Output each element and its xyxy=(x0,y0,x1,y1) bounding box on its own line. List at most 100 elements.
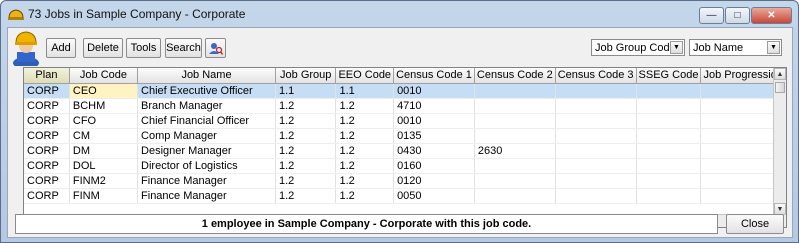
delete-button[interactable]: Delete xyxy=(83,38,123,58)
table-row[interactable]: CORP CM Comp Manager 1.2 1.2 0135 xyxy=(24,128,786,144)
cell-eeo-code[interactable]: 1.2 xyxy=(335,173,395,189)
cell-job-name[interactable]: Designer Manager xyxy=(137,143,276,159)
cell-plan[interactable]: CORP xyxy=(24,98,70,114)
cell-census-code-2[interactable] xyxy=(474,113,556,129)
column-header-job-name[interactable]: Job Name xyxy=(137,68,276,84)
cell-job-name[interactable]: Finance Manager xyxy=(137,188,276,204)
cell-sseg-code[interactable] xyxy=(636,83,702,99)
tools-button[interactable]: Tools xyxy=(126,38,161,58)
cell-census-code-3[interactable] xyxy=(555,83,637,99)
cell-sseg-code[interactable] xyxy=(636,98,702,114)
column-header-job-code[interactable]: Job Code xyxy=(69,68,139,84)
cell-plan[interactable]: CORP xyxy=(24,173,70,189)
table-row[interactable]: CORP DM Designer Manager 1.2 1.2 0430 26… xyxy=(24,143,786,159)
cell-eeo-code[interactable]: 1.2 xyxy=(335,158,395,174)
cell-census-code-2[interactable] xyxy=(474,128,556,144)
table-row[interactable]: CORP BCHM Branch Manager 1.2 1.2 4710 xyxy=(24,98,786,114)
column-header-job-group[interactable]: Job Group xyxy=(275,68,337,84)
cell-sseg-code[interactable] xyxy=(636,158,702,174)
cell-job-group[interactable]: 1.2 xyxy=(275,113,337,129)
cell-eeo-code[interactable]: 1.2 xyxy=(335,98,395,114)
cell-census-code-1[interactable]: 0430 xyxy=(393,143,475,159)
title-bar[interactable]: 73 Jobs in Sample Company - Corporate — … xyxy=(1,1,798,27)
column-header-census-code-2[interactable]: Census Code 2 xyxy=(474,68,556,84)
cell-job-code[interactable]: CM xyxy=(69,128,139,144)
table-row[interactable]: CORP FINM Finance Manager 1.2 1.2 0050 xyxy=(24,188,786,204)
cell-plan[interactable]: CORP xyxy=(24,83,70,99)
job-name-select[interactable]: Job Name ▼ xyxy=(689,39,782,56)
table-row[interactable]: CORP CFO Chief Financial Officer 1.2 1.2… xyxy=(24,113,786,129)
cell-census-code-1[interactable]: 4710 xyxy=(393,98,475,114)
add-button[interactable]: Add xyxy=(46,38,76,58)
cell-census-code-3[interactable] xyxy=(555,143,637,159)
job-group-code-select[interactable]: Job Group Code ▼ xyxy=(591,39,685,56)
cell-job-code[interactable]: DM xyxy=(69,143,139,159)
cell-eeo-code[interactable]: 1.1 xyxy=(335,83,395,99)
cell-job-name[interactable]: Director of Logistics xyxy=(137,158,276,174)
cell-job-name[interactable]: Comp Manager xyxy=(137,128,276,144)
minimize-button[interactable]: — xyxy=(699,7,724,24)
cell-sseg-code[interactable] xyxy=(636,113,702,129)
vertical-scroll-thumb[interactable] xyxy=(775,82,785,93)
column-header-sseg-code[interactable]: SSEG Code xyxy=(636,68,702,84)
cell-plan[interactable]: CORP xyxy=(24,128,70,144)
cell-plan[interactable]: CORP xyxy=(24,188,70,204)
cell-census-code-2[interactable] xyxy=(474,83,556,99)
table-row[interactable]: CORP FINM2 Finance Manager 1.2 1.2 0120 xyxy=(24,173,786,189)
cell-job-code[interactable]: CFO xyxy=(69,113,139,129)
cell-job-name[interactable]: Finance Manager xyxy=(137,173,276,189)
cell-census-code-1[interactable]: 0160 xyxy=(393,158,475,174)
cell-census-code-3[interactable] xyxy=(555,158,637,174)
cell-census-code-3[interactable] xyxy=(555,98,637,114)
table-row[interactable]: CORP CEO Chief Executive Officer 1.1 1.1… xyxy=(24,83,786,99)
chevron-down-icon[interactable]: ▼ xyxy=(670,41,683,54)
cell-job-name[interactable]: Branch Manager xyxy=(137,98,276,114)
column-header-plan[interactable]: Plan xyxy=(24,68,70,84)
cell-plan[interactable]: CORP xyxy=(24,158,70,174)
cell-census-code-2[interactable] xyxy=(474,158,556,174)
cell-census-code-1[interactable]: 0010 xyxy=(393,113,475,129)
cell-eeo-code[interactable]: 1.2 xyxy=(335,143,395,159)
vertical-scrollbar[interactable]: ▲ ▼ xyxy=(773,68,786,215)
cell-job-code[interactable]: CEO xyxy=(69,83,139,99)
cell-census-code-1[interactable]: 0120 xyxy=(393,173,475,189)
cell-census-code-1[interactable]: 0050 xyxy=(393,188,475,204)
cell-job-name[interactable]: Chief Executive Officer xyxy=(137,83,276,99)
cell-job-group[interactable]: 1.2 xyxy=(275,173,337,189)
cell-eeo-code[interactable]: 1.2 xyxy=(335,113,395,129)
cell-sseg-code[interactable] xyxy=(636,173,702,189)
column-header-census-code-3[interactable]: Census Code 3 xyxy=(555,68,637,84)
cell-job-group[interactable]: 1.2 xyxy=(275,98,337,114)
cell-sseg-code[interactable] xyxy=(636,188,702,204)
cell-census-code-1[interactable]: 0135 xyxy=(393,128,475,144)
cell-job-code[interactable]: FINM2 xyxy=(69,173,139,189)
cell-job-code[interactable]: BCHM xyxy=(69,98,139,114)
cell-plan[interactable]: CORP xyxy=(24,113,70,129)
scroll-up-arrow-icon[interactable]: ▲ xyxy=(774,68,786,80)
cell-sseg-code[interactable] xyxy=(636,143,702,159)
cell-census-code-3[interactable] xyxy=(555,113,637,129)
close-button[interactable]: Close xyxy=(726,214,784,234)
cell-census-code-2[interactable] xyxy=(474,98,556,114)
cell-job-group[interactable]: 1.2 xyxy=(275,188,337,204)
cell-census-code-2[interactable] xyxy=(474,173,556,189)
cell-job-code[interactable]: FINM xyxy=(69,188,139,204)
close-window-button[interactable]: ✕ xyxy=(751,7,792,24)
cell-census-code-3[interactable] xyxy=(555,173,637,189)
cell-eeo-code[interactable]: 1.2 xyxy=(335,128,395,144)
cell-census-code-2[interactable] xyxy=(474,188,556,204)
people-search-button[interactable] xyxy=(205,38,226,58)
cell-job-code[interactable]: DOL xyxy=(69,158,139,174)
cell-job-group[interactable]: 1.2 xyxy=(275,143,337,159)
cell-census-code-2[interactable]: 2630 xyxy=(474,143,556,159)
cell-sseg-code[interactable] xyxy=(636,128,702,144)
search-button[interactable]: Search xyxy=(165,38,202,58)
column-header-census-code-1[interactable]: Census Code 1 xyxy=(393,68,475,84)
cell-job-group[interactable]: 1.2 xyxy=(275,128,337,144)
table-row[interactable]: CORP DOL Director of Logistics 1.2 1.2 0… xyxy=(24,158,786,174)
cell-job-group[interactable]: 1.2 xyxy=(275,158,337,174)
column-header-eeo-code[interactable]: EEO Code xyxy=(335,68,395,84)
cell-job-name[interactable]: Chief Financial Officer xyxy=(137,113,276,129)
cell-census-code-1[interactable]: 0010 xyxy=(393,83,475,99)
maximize-button[interactable]: □ xyxy=(725,7,750,24)
